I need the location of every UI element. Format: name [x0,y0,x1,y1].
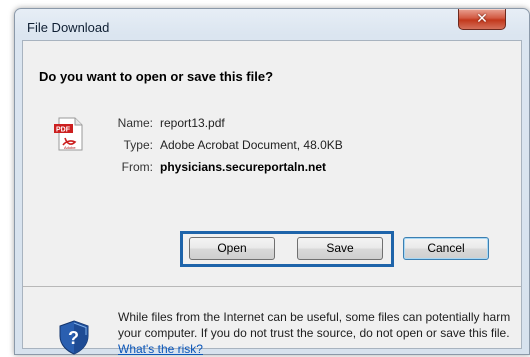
file-download-dialog: File Download ✕ Do you want to open or s… [14,8,530,356]
warning-message: While files from the Internet can be use… [118,310,511,340]
type-label: Type: [123,138,153,152]
save-button[interactable]: Save [297,237,383,260]
open-button[interactable]: Open [189,237,275,260]
svg-text:?: ? [68,328,79,348]
file-name: report13.pdf [160,116,225,130]
svg-text:PDF: PDF [56,127,71,134]
from-label: From: [121,160,153,174]
file-source: physicians.secureportaln.net [160,160,327,174]
file-type: Adobe Acrobat Document, 48.0KB [160,138,343,152]
window-title: File Download [27,20,110,35]
close-button[interactable]: ✕ [458,9,506,30]
svg-text:Adobe: Adobe [64,145,76,150]
name-label: Name: [117,116,153,130]
cancel-button[interactable]: Cancel [403,237,489,260]
shield-question-icon: ? [59,320,89,355]
pdf-file-icon: PDF Adobe [54,117,83,151]
security-warning: While files from the Internet can be use… [118,309,513,357]
whats-the-risk-link[interactable]: What's the risk? [118,342,203,356]
dialog-question: Do you want to open or save this file? [39,69,274,84]
dialog-client-area: Do you want to open or save this file? P… [22,40,522,356]
close-icon: ✕ [476,10,488,26]
